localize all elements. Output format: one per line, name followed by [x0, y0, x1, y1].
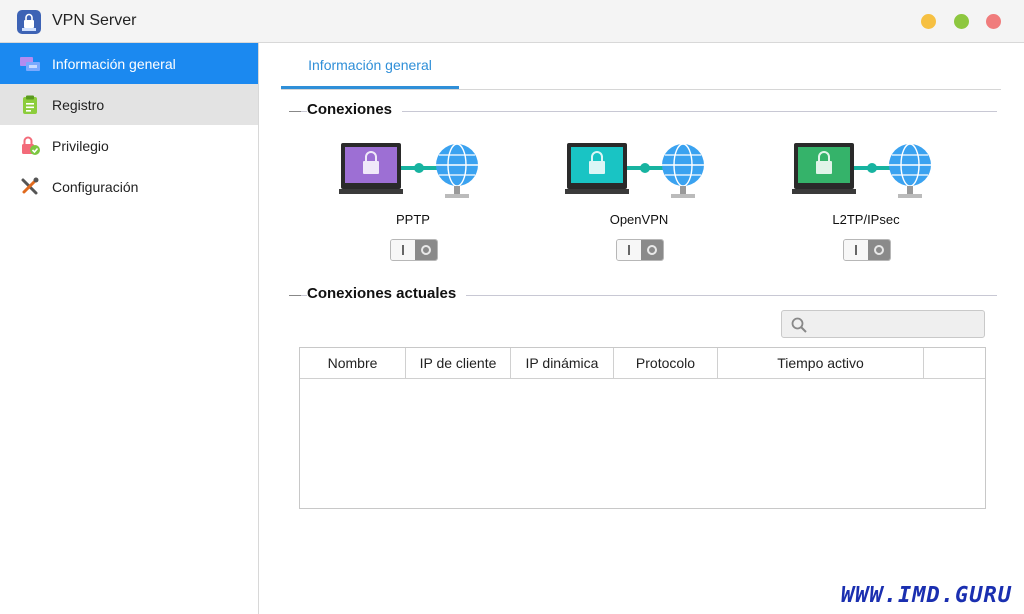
section-title: Conexiones actuales [307, 285, 467, 302]
sidebar-item-log[interactable]: Registro [0, 84, 258, 125]
window-title: VPN Server [52, 12, 137, 29]
vpn-connection-icon [792, 143, 931, 198]
search-box[interactable] [781, 310, 985, 338]
column-header-extra [924, 348, 985, 378]
vpn-connection-icon [339, 143, 478, 198]
current-connections-section-header: Conexiones actuales [289, 285, 997, 305]
search-input[interactable] [812, 314, 984, 336]
watermark: WWW.IMD.GURU [841, 583, 1012, 608]
tab-overview[interactable]: Información general [281, 43, 459, 89]
log-icon [23, 95, 37, 114]
section-title: Conexiones [307, 101, 403, 118]
protocol-name: L2TP/IPsec [832, 212, 900, 227]
table-header: Nombre IP de cliente IP dinámica Protoco… [300, 348, 985, 379]
sidebar-item-privilege[interactable]: Privilegio [0, 125, 258, 166]
column-header-dynamic-ip[interactable]: IP dinámica [511, 348, 614, 378]
pptp-toggle[interactable] [390, 239, 438, 261]
sidebar-item-label: Registro [52, 96, 105, 113]
privilege-icon [22, 136, 40, 155]
protocol-card-openvpn: OpenVPN [565, 143, 715, 263]
protocol-name: OpenVPN [609, 212, 669, 227]
vpn-connection-icon [565, 143, 704, 198]
connections-table: Nombre IP de cliente IP dinámica Protoco… [299, 347, 986, 509]
main-panel: Información general Conexiones PPTP Open… [259, 43, 1024, 614]
sidebar-item-label: Información general [52, 55, 176, 72]
openvpn-toggle[interactable] [616, 239, 664, 261]
sidebar-item-settings[interactable]: Configuración [0, 166, 258, 207]
column-header-protocol[interactable]: Protocolo [614, 348, 718, 378]
protocol-card-l2tp: L2TP/IPsec [792, 143, 942, 263]
sidebar-item-label: Configuración [52, 178, 139, 195]
sidebar-item-label: Privilegio [52, 137, 109, 154]
close-button[interactable] [986, 14, 1001, 29]
connections-section-header: Conexiones [289, 101, 997, 121]
vpn-app-icon [17, 10, 41, 34]
sidebar-item-overview[interactable]: Información general [0, 43, 258, 84]
column-header-name[interactable]: Nombre [300, 348, 406, 378]
protocol-card-pptp: PPTP [339, 143, 489, 263]
column-header-client-ip[interactable]: IP de cliente [406, 348, 511, 378]
protocol-name: PPTP [396, 212, 430, 227]
settings-icon [21, 177, 39, 194]
overview-icon [20, 56, 40, 71]
search-icon [791, 317, 807, 333]
column-header-uptime[interactable]: Tiempo activo [718, 348, 924, 378]
tab-bar: Información general [281, 43, 1001, 90]
title-bar: VPN Server [0, 0, 1024, 43]
sidebar: Información general Registro Privilegio … [0, 43, 259, 614]
maximize-button[interactable] [954, 14, 969, 29]
l2tp-toggle[interactable] [843, 239, 891, 261]
minimize-button[interactable] [921, 14, 936, 29]
